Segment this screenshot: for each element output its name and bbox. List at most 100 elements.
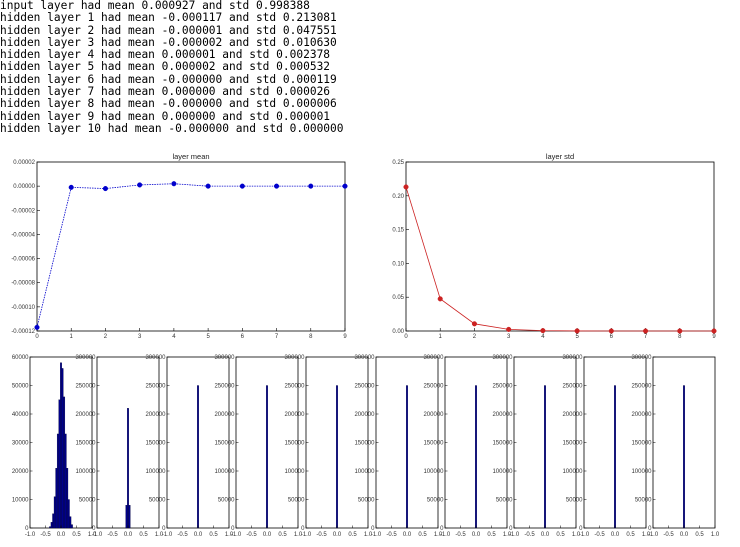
y-tick-label: 150000 — [75, 441, 96, 447]
y-tick-label: 0.25 — [392, 160, 404, 166]
y-tick-label: -0.00008 — [11, 281, 35, 287]
y-tick-label: 50000 — [427, 498, 444, 504]
plot-frame — [405, 161, 715, 332]
y-tick-label: 200000 — [214, 412, 235, 418]
x-tick-label: 0.5 — [209, 532, 218, 538]
y-tick-label: 100000 — [631, 469, 652, 475]
figure: layer mean 0 1 2 3 4 5 6 7 8 9 0.00002 0.00000 -0.000… — [11, 152, 720, 538]
y-tick-label: 60000 — [12, 355, 29, 361]
x-tick-label: 0.5 — [418, 532, 427, 538]
hist-bar — [69, 516, 72, 529]
x-tick-label: 0 — [404, 334, 408, 340]
x-tick-label: -0.5 — [246, 532, 257, 538]
y-tick-label: 100000 — [75, 469, 96, 475]
hist-bar — [64, 433, 67, 529]
data-point — [34, 324, 40, 330]
hist-bar — [406, 385, 408, 529]
x-tick-label: -1.0 — [440, 532, 451, 538]
y-tick-label: 100000 — [492, 469, 513, 475]
hist-bar — [127, 408, 129, 529]
hist-bar — [70, 524, 73, 529]
y-tick-label: 200000 — [492, 412, 513, 418]
data-point — [711, 328, 717, 334]
hist-bar — [614, 385, 616, 529]
x-tick-label: 5 — [206, 334, 210, 340]
y-tick-label: 150000 — [284, 441, 305, 447]
y-tick-label: 50000 — [288, 498, 305, 504]
x-tick-label: -0.5 — [316, 532, 327, 538]
y-tick-label: 250000 — [284, 384, 305, 390]
x-tick-label: 5 — [575, 334, 579, 340]
y-tick-label: 100000 — [354, 469, 375, 475]
y-tick-label: 250000 — [562, 384, 583, 390]
data-point — [471, 321, 477, 327]
y-tick-label: 0.10 — [392, 261, 404, 267]
x-tick-label: 0 — [35, 334, 39, 340]
x-tick-label: -1.0 — [509, 532, 520, 538]
x-tick-label: -0.5 — [107, 532, 118, 538]
x-tick-label: -1.0 — [231, 532, 242, 538]
y-tick-label: 250000 — [354, 384, 375, 390]
x-tick-label: 4 — [541, 334, 545, 340]
y-tick-label: 150000 — [631, 441, 652, 447]
y-tick-label: 300000 — [354, 355, 375, 361]
data-point — [239, 183, 245, 189]
hist-bar — [58, 399, 61, 529]
y-tick-label: 20000 — [12, 469, 29, 475]
hist-bar — [56, 433, 59, 529]
y-tick-label: 100000 — [423, 469, 444, 475]
plot-frame — [36, 161, 346, 332]
x-tick-label: -0.5 — [663, 532, 674, 538]
y-tick-label: 0.00002 — [13, 160, 35, 166]
x-tick-label: 0.0 — [194, 532, 203, 538]
y-tick-label: 50000 — [566, 498, 583, 504]
chart-title: layer std — [546, 152, 574, 161]
x-tick-label: -1.0 — [371, 532, 382, 538]
x-tick-label: 0.0 — [263, 532, 272, 538]
x-tick-label: -1.0 — [579, 532, 590, 538]
y-tick-label: 50000 — [635, 498, 652, 504]
x-tick-label: 0.5 — [139, 532, 148, 538]
x-tick-label: 0.5 — [72, 532, 81, 538]
x-tick-label: -0.5 — [40, 532, 51, 538]
data-point — [68, 184, 74, 190]
x-tick-label: 0.0 — [680, 532, 689, 538]
y-tick-label: 300000 — [631, 355, 652, 361]
x-tick-label: 3 — [507, 334, 511, 340]
data-point — [171, 181, 177, 187]
y-tick-label: 250000 — [214, 384, 235, 390]
x-tick-label: 6 — [610, 334, 614, 340]
y-tick-label: 300000 — [145, 355, 166, 361]
hist-bar — [544, 385, 546, 529]
y-tick-label: 200000 — [145, 412, 166, 418]
data-point — [137, 182, 143, 188]
y-tick-label: 100000 — [562, 469, 583, 475]
y-tick-label: -0.00010 — [11, 305, 35, 311]
y-tick-label: 0.05 — [392, 295, 404, 301]
data-point — [437, 296, 443, 302]
y-tick-label: 40000 — [12, 412, 29, 418]
x-tick-label: 9 — [712, 334, 716, 340]
x-tick-label: 1 — [70, 334, 74, 340]
x-tick-label: 3 — [138, 334, 142, 340]
y-tick-label: 300000 — [562, 355, 583, 361]
y-tick-label: 150000 — [492, 441, 513, 447]
x-tick-label: 0.0 — [333, 532, 342, 538]
y-tick-label: 150000 — [562, 441, 583, 447]
x-tick-label: 0.5 — [695, 532, 704, 538]
y-tick-label: 250000 — [75, 384, 96, 390]
hist-bar — [125, 505, 128, 529]
x-tick-label: -1.0 — [92, 532, 103, 538]
y-tick-label: -0.00004 — [11, 232, 35, 238]
x-tick-label: -1.0 — [162, 532, 173, 538]
y-tick-label: 200000 — [562, 412, 583, 418]
y-tick-label: -0.00006 — [11, 257, 35, 263]
y-tick-label: 250000 — [423, 384, 444, 390]
y-tick-label: 150000 — [354, 441, 375, 447]
y-tick-label: -0.00012 — [11, 329, 35, 335]
data-point — [342, 183, 348, 189]
hist-bar — [266, 385, 268, 529]
hist-bar — [128, 505, 131, 529]
y-tick-label: 10000 — [12, 498, 29, 504]
data-point — [205, 183, 211, 189]
